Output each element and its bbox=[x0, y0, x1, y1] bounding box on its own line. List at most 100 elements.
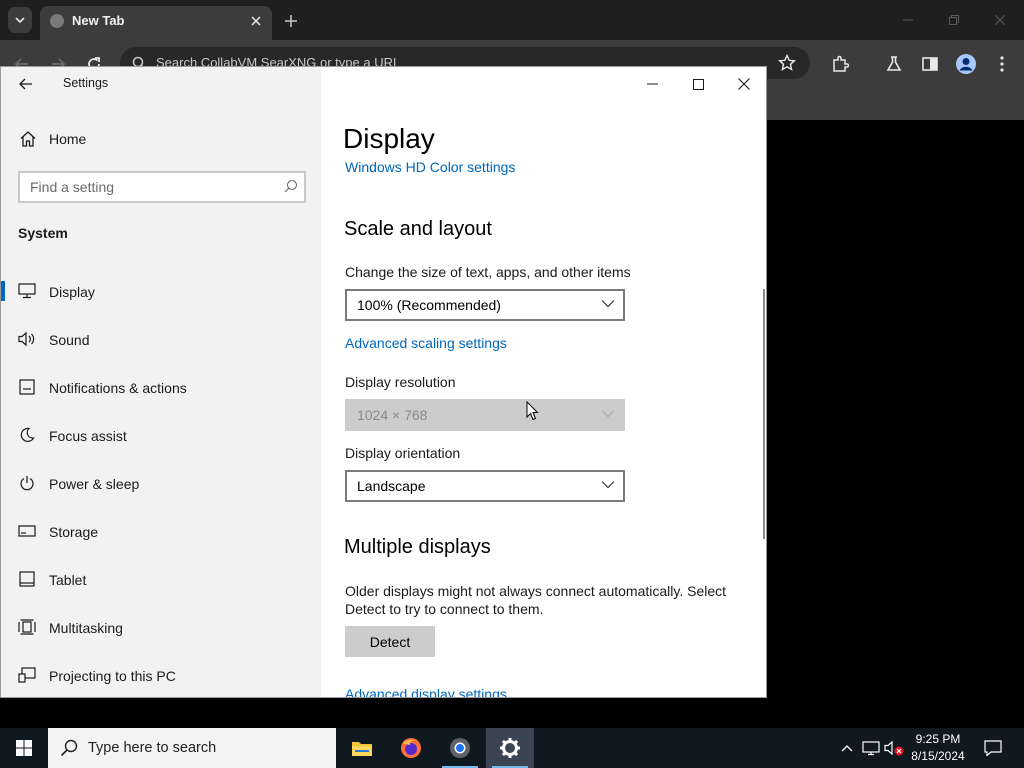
clock-date: 8/15/2024 bbox=[911, 749, 965, 763]
chevron-up-icon bbox=[841, 745, 853, 752]
maximize-button[interactable] bbox=[678, 72, 718, 96]
orientation-dropdown[interactable]: Landscape bbox=[345, 470, 625, 502]
taskbar-search-placeholder: Type here to search bbox=[88, 740, 217, 756]
bookmark-star-icon[interactable] bbox=[778, 54, 796, 72]
nav-item-projecting[interactable]: Projecting to this PC bbox=[1, 651, 321, 697]
find-setting-input[interactable] bbox=[20, 173, 270, 201]
close-icon bbox=[251, 16, 261, 26]
nav-item-notifications[interactable]: Notifications & actions bbox=[1, 363, 321, 411]
restore-icon bbox=[949, 15, 959, 25]
windows-logo-icon bbox=[16, 740, 32, 756]
detect-button[interactable]: Detect bbox=[345, 626, 435, 657]
extensions-button[interactable] bbox=[828, 52, 852, 76]
gear-icon bbox=[500, 738, 520, 758]
chrome-taskbar-button[interactable] bbox=[436, 728, 484, 768]
firefox-taskbar-button[interactable] bbox=[387, 728, 435, 768]
chevron-down-icon bbox=[601, 410, 615, 418]
tab-search-button[interactable] bbox=[8, 7, 32, 33]
nav-item-storage[interactable]: Storage bbox=[1, 507, 321, 555]
advanced-display-settings-link[interactable]: Advanced display settings bbox=[345, 686, 507, 697]
notification-icon bbox=[984, 740, 1002, 756]
folder-icon bbox=[352, 742, 372, 756]
clock-time: 9:25 PM bbox=[915, 732, 961, 746]
close-icon bbox=[995, 15, 1005, 25]
home-nav-item[interactable]: Home bbox=[1, 123, 321, 157]
nav-item-power-sleep[interactable]: Power & sleep bbox=[1, 459, 321, 507]
settings-taskbar-button[interactable] bbox=[486, 728, 534, 768]
multiple-displays-desc-line2: Detect to try to connect to them. bbox=[345, 601, 544, 617]
tab-title: New Tab bbox=[72, 13, 125, 28]
page-title: Display bbox=[343, 123, 435, 154]
show-hidden-icons-button[interactable] bbox=[837, 738, 857, 758]
multiple-displays-heading: Multiple displays bbox=[344, 536, 491, 558]
network-tray-icon[interactable] bbox=[861, 738, 881, 758]
start-button[interactable] bbox=[0, 728, 48, 768]
nav-item-multitasking[interactable]: Multitasking bbox=[1, 603, 321, 651]
advanced-scaling-link[interactable]: Advanced scaling settings bbox=[345, 335, 507, 351]
mouse-cursor-icon bbox=[526, 401, 539, 421]
puzzle-icon bbox=[833, 55, 849, 72]
resolution-dropdown[interactable]: 1024 × 768 bbox=[345, 399, 625, 431]
clock[interactable]: 9:25 PM 8/15/2024 bbox=[900, 731, 976, 765]
minimize-button[interactable] bbox=[632, 72, 672, 96]
search-icon[interactable] bbox=[284, 179, 298, 193]
monitor-icon bbox=[17, 281, 37, 301]
nav-label: Focus assist bbox=[49, 428, 127, 444]
nav-item-focus-assist[interactable]: Focus assist bbox=[1, 411, 321, 459]
avatar-icon bbox=[956, 54, 976, 74]
nav-item-tablet[interactable]: Tablet bbox=[1, 555, 321, 603]
arrow-left-icon bbox=[19, 78, 32, 90]
resolution-label: Display resolution bbox=[345, 374, 456, 390]
taskbar: Type here to search 9:25 PM 8/15/2024 bbox=[0, 728, 1024, 768]
kebab-menu-icon bbox=[1000, 56, 1004, 72]
side-panel-button[interactable] bbox=[918, 52, 942, 76]
minimize-icon bbox=[646, 83, 658, 85]
nav-label: Storage bbox=[49, 524, 99, 540]
window-title: Settings bbox=[63, 76, 109, 90]
browser-tab[interactable]: New Tab bbox=[40, 6, 272, 40]
find-setting-box bbox=[18, 171, 306, 203]
nav-label: Display bbox=[49, 284, 95, 300]
file-explorer-taskbar-button[interactable] bbox=[338, 728, 386, 768]
profile-button[interactable] bbox=[954, 52, 978, 76]
nav-label: Projecting to this PC bbox=[49, 668, 176, 684]
close-button[interactable] bbox=[724, 72, 764, 96]
labs-button[interactable] bbox=[882, 52, 906, 76]
hd-color-settings-link[interactable]: Windows HD Color settings bbox=[345, 159, 515, 175]
chrome-restore-button[interactable] bbox=[940, 8, 968, 32]
projecting-icon bbox=[17, 665, 37, 685]
chevron-down-icon bbox=[601, 481, 615, 489]
chrome-icon bbox=[450, 738, 470, 758]
notification-icon bbox=[17, 377, 37, 397]
scale-dropdown[interactable]: 100% (Recommended) bbox=[345, 289, 625, 321]
network-icon bbox=[862, 741, 880, 756]
nav-item-display[interactable]: Display bbox=[1, 267, 321, 315]
moon-icon bbox=[17, 425, 37, 445]
tablet-icon bbox=[17, 569, 37, 589]
speaker-icon bbox=[17, 329, 37, 349]
settings-window: Settings Home System Display Sound bbox=[0, 66, 767, 698]
settings-sidebar: Settings Home System Display Sound bbox=[1, 67, 321, 697]
chevron-down-icon bbox=[15, 17, 25, 23]
section-label: System bbox=[18, 225, 68, 241]
firefox-icon bbox=[401, 738, 421, 758]
new-tab-button[interactable] bbox=[280, 10, 302, 32]
settings-back-button[interactable] bbox=[15, 73, 37, 95]
minimize-icon bbox=[903, 19, 913, 21]
nav-label: Multitasking bbox=[49, 620, 123, 636]
chrome-menu-button[interactable] bbox=[990, 52, 1014, 76]
power-icon bbox=[17, 473, 37, 493]
chrome-minimize-button[interactable] bbox=[894, 8, 922, 32]
nav-item-sound[interactable]: Sound bbox=[1, 315, 321, 363]
nav-label: Sound bbox=[49, 332, 90, 348]
home-label: Home bbox=[49, 131, 87, 147]
action-center-button[interactable] bbox=[978, 728, 1008, 768]
nav-label: Tablet bbox=[49, 572, 87, 588]
scale-label: Change the size of text, apps, and other… bbox=[345, 264, 631, 280]
close-tab-button[interactable] bbox=[246, 11, 266, 31]
chrome-close-button[interactable] bbox=[986, 8, 1014, 32]
maximize-icon bbox=[692, 78, 704, 90]
scrollbar-thumb[interactable] bbox=[763, 289, 765, 539]
taskbar-search-box[interactable]: Type here to search bbox=[48, 728, 336, 768]
chevron-down-icon bbox=[601, 300, 615, 308]
